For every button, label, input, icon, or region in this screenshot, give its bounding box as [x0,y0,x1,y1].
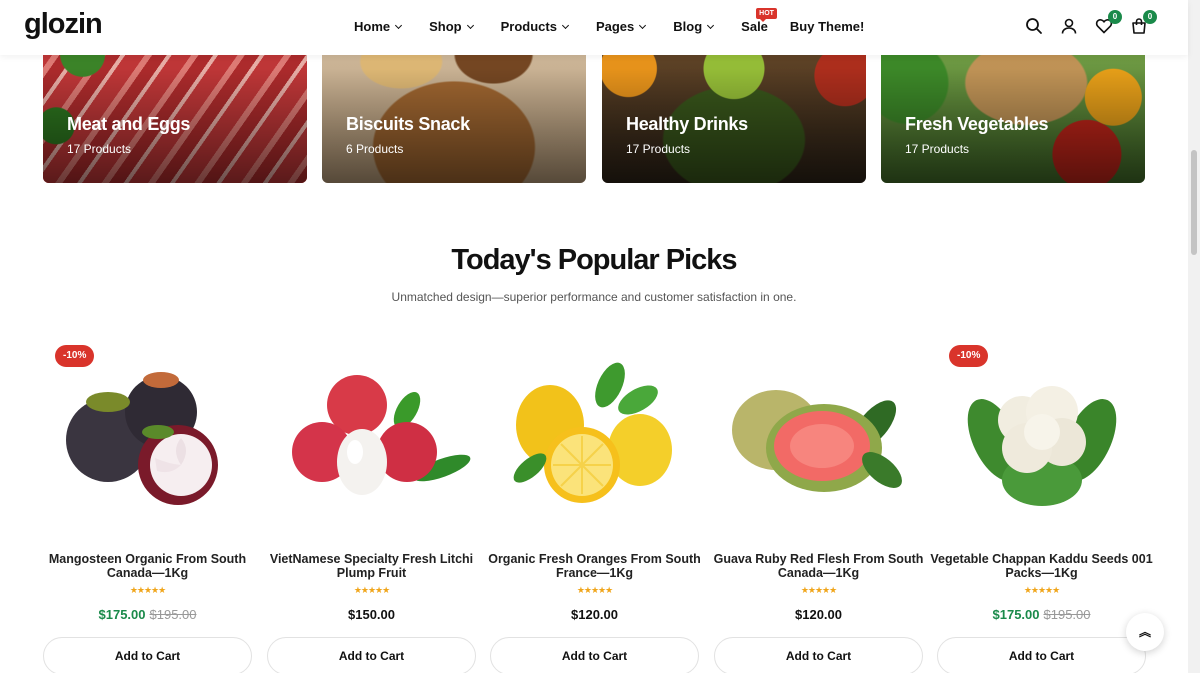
rating-stars: ★★★★★ [800,585,837,595]
nav-shop[interactable]: Shop [429,19,474,34]
add-to-cart-button[interactable]: Add to Cart [490,637,699,673]
section-subtitle: Unmatched design—superior performance an… [391,290,797,304]
original-price: $195.00 [149,607,197,622]
wishlist-icon[interactable]: 0 [1095,10,1122,35]
sale-price: $175.00 [992,607,1040,622]
discount-badge: -10% [949,345,989,367]
product-card: VietNamese Specialty Fresh Litchi Plump … [267,340,476,673]
price: $120.00 [795,607,842,622]
wishlist-count-badge: 0 [1108,10,1122,24]
nav-shop-label: Shop [429,19,462,34]
add-to-cart-button[interactable]: Add to Cart [714,637,923,673]
logo[interactable]: glozin [24,8,103,41]
category-count: 17 Products [626,142,691,156]
nav-buy-theme-label: Buy Theme! [789,19,865,34]
product-name[interactable]: Organic Fresh Oranges From South France—… [482,552,707,580]
nav-pages[interactable]: Pages [595,19,647,34]
rating-stars: ★★★★★ [129,585,166,595]
category-count: 17 Products [67,142,132,156]
nav-blog[interactable]: Blog [673,19,715,34]
product-name[interactable]: Guava Ruby Red Flesh From South Canada—1… [706,552,931,580]
category-card-meat-and-eggs[interactable]: Meat and Eggs 17 Products [43,40,307,183]
category-name: Fresh Vegetables [905,114,1049,134]
sale-price: $175.00 [98,607,146,622]
rating-stars: ★★★★★ [576,585,613,595]
product-name[interactable]: Vegetable Chappan Kaddu Seeds 001 Packs—… [929,552,1154,580]
category-card-healthy-drinks[interactable]: Healthy Drinks 17 Products [602,40,866,183]
rating-stars: ★★★★★ [1023,585,1060,595]
chevron-down-icon [561,21,570,30]
double-chevron-up-icon: ︽ [1138,625,1151,639]
category-count: 17 Products [905,142,970,156]
price: $120.00 [571,607,618,622]
nav-blog-label: Blog [673,19,703,34]
card-overlay [602,40,866,183]
price: $150.00 [348,607,395,622]
add-to-cart-button[interactable]: Add to Cart [43,637,252,673]
chevron-down-icon [466,21,474,30]
search-icon[interactable] [1025,17,1043,35]
product-image-mangosteen[interactable] [43,340,252,540]
product-price: $175.00 $195.00 [43,607,252,622]
product-card: Organic Fresh Oranges From South France—… [488,340,701,673]
product-price: $175.00 $195.00 [937,607,1146,622]
product-price: $120.00 [490,607,699,622]
original-price: $195.00 [1043,607,1091,622]
card-overlay [322,40,586,183]
nav-sale[interactable]: HOT Sale [741,8,777,34]
header-icons: 0 0 [1025,10,1157,35]
chevron-down-icon [639,21,647,30]
category-name: Biscuits Snack [346,114,470,134]
cart-icon[interactable]: 0 [1130,10,1157,35]
rating-stars: ★★★★★ [353,585,390,595]
category-card-biscuits-snack[interactable]: Biscuits Snack 6 Products [322,40,586,183]
chevron-down-icon [707,21,715,30]
card-overlay [43,40,307,183]
product-image-cauliflower[interactable] [937,340,1146,540]
nav-home-label: Home [354,19,391,34]
nav-products[interactable]: Products [500,19,570,34]
category-count: 6 Products [346,142,404,156]
section-title: Today's Popular Picks [451,244,737,276]
product-image-guava[interactable] [714,340,923,540]
category-name: Healthy Drinks [626,114,748,134]
product-price: $120.00 [714,607,923,622]
nav-pages-label: Pages [595,19,635,34]
scrollbar-thumb[interactable] [1191,150,1197,255]
nav-buy-theme[interactable]: Buy Theme! [790,19,864,34]
product-card: Guava Ruby Red Flesh From South Canada—1… [714,340,923,673]
hot-badge: HOT [756,8,777,22]
cart-count-badge: 0 [1143,10,1157,24]
site-header: glozin Home Shop Products Pages Blog HOT… [0,0,1188,55]
product-image-litchi[interactable] [267,340,476,540]
add-to-cart-button[interactable]: Add to Cart [267,637,476,673]
discount-badge: -10% [55,345,95,367]
product-name[interactable]: VietNamese Specialty Fresh Litchi Plump … [259,552,484,580]
category-name: Meat and Eggs [67,114,191,134]
nav-home[interactable]: Home [354,19,403,34]
category-card-fresh-vegetables[interactable]: Fresh Vegetables 17 Products [881,40,1145,183]
nav-products-label: Products [500,19,557,34]
page-scrollbar[interactable] [1188,0,1200,673]
main-nav: Home Shop Products Pages Blog HOT Sale Bu… [354,8,892,34]
product-price: $150.00 [267,607,476,622]
account-icon[interactable] [1060,17,1078,35]
back-to-top-button[interactable]: ︽ [1126,613,1164,651]
product-image-oranges[interactable] [490,340,699,540]
chevron-down-icon [395,21,403,30]
product-name[interactable]: Mangosteen Organic From South Canada—1Kg [35,552,260,580]
card-overlay [881,40,1145,183]
product-card: -10% Mangosteen Organic From South Canad… [43,340,252,673]
product-card: -10% Vegetable Chappan Kaddu Seeds 001 P… [930,340,1153,673]
add-to-cart-button[interactable]: Add to Cart [937,637,1146,673]
